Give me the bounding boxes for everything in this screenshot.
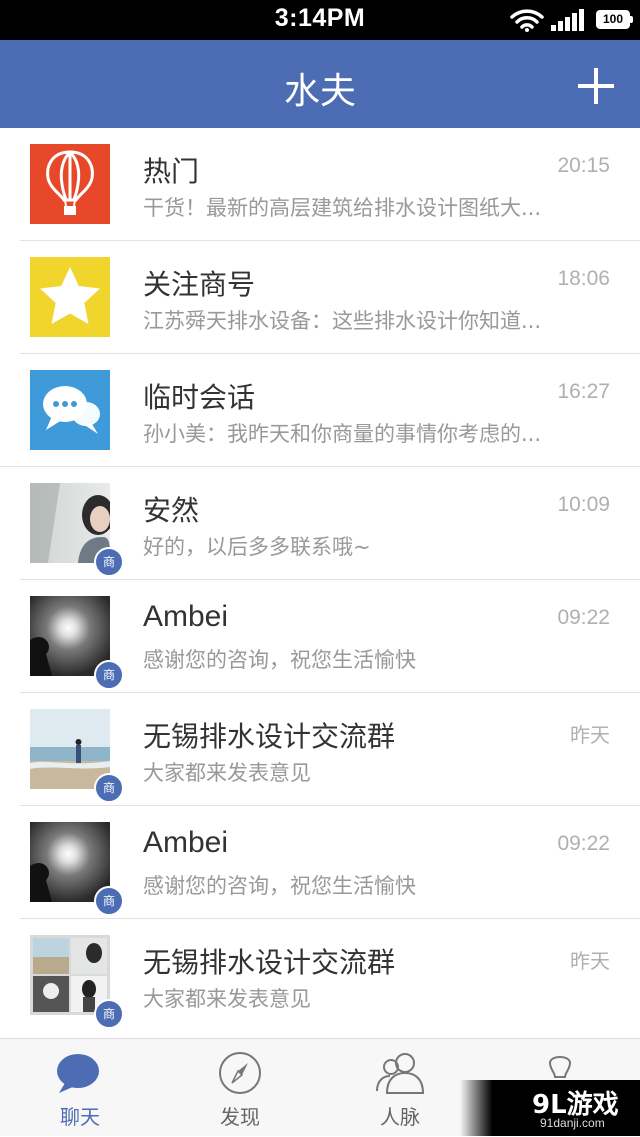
chat-time: 昨天: [570, 723, 610, 747]
chat-item-followed[interactable]: 关注商号 江苏舜天排水设备：这些排水设计你知道... 18:06: [0, 241, 640, 354]
chat-time: 09:22: [557, 832, 610, 855]
chat-preview: 大家都来发表意见: [143, 761, 311, 785]
chat-item-ambei[interactable]: 商 Ambei 感谢您的咨询，祝您生活愉快 09:22: [0, 580, 640, 693]
business-badge: 商: [94, 773, 124, 803]
avatar: [30, 257, 110, 337]
status-time: 3:14PM: [274, 4, 366, 32]
chat-name: 安然: [143, 494, 200, 527]
business-badge: 商: [94, 660, 124, 690]
tab-contacts[interactable]: 人脉: [320, 1039, 480, 1137]
chat-name: Ambei: [143, 826, 229, 859]
avatar: [30, 370, 110, 450]
chat-preview: 感谢您的咨询，祝您生活愉快: [143, 648, 416, 672]
chat-item-anran[interactable]: 商 安然 好的，以后多多联系哦~ 10:09: [0, 467, 640, 580]
chat-preview: 孙小美：我昨天和你商量的事情你考虑的...: [143, 422, 542, 446]
chat-name: 热门: [143, 155, 200, 188]
chat-time: 09:22: [557, 606, 610, 629]
hot-air-balloon-icon: [30, 144, 110, 224]
chat-name: 无锡排水设计交流群: [143, 720, 396, 753]
watermark: 9L游戏 91danji.com: [460, 1080, 640, 1136]
chat-name: 临时会话: [143, 381, 256, 414]
avatar: [30, 144, 110, 224]
chat-time: 16:27: [557, 380, 610, 403]
compass-icon: [219, 1052, 261, 1094]
chat-bubbles-icon: [30, 370, 110, 450]
chat-preview: 干货！最新的高层建筑给排水设计图纸大...: [143, 196, 542, 220]
tab-chat[interactable]: 聊天: [0, 1039, 160, 1137]
chat-time: 18:06: [557, 267, 610, 290]
wifi-icon: [510, 9, 544, 32]
chat-list: 热门 干货！最新的高层建筑给排水设计图纸大... 20:15 关注商号 江苏舜天…: [0, 128, 640, 1038]
plus-icon[interactable]: [574, 64, 618, 108]
status-bar: 3:14PM 100: [0, 0, 640, 40]
watermark-url: 91danji.com: [540, 1116, 605, 1130]
chat-time: 10:09: [557, 493, 610, 516]
avatar: 商: [30, 709, 124, 803]
chat-name: 关注商号: [143, 268, 256, 301]
chat-bubble-icon: [57, 1054, 99, 1093]
chat-time: 20:15: [557, 154, 610, 177]
chat-name: Ambei: [143, 600, 229, 633]
tab-label: 发现: [220, 1105, 260, 1129]
chat-preview: 大家都来发表意见: [143, 987, 311, 1011]
chat-item-temp-session[interactable]: 临时会话 孙小美：我昨天和你商量的事情你考虑的... 16:27: [0, 354, 640, 467]
chat-preview: 江苏舜天排水设备：这些排水设计你知道...: [143, 309, 542, 333]
chat-name: 无锡排水设计交流群: [143, 946, 396, 979]
business-badge: 商: [94, 999, 124, 1029]
avatar: 商: [30, 483, 124, 577]
tab-discover[interactable]: 发现: [160, 1039, 320, 1137]
star-icon: [30, 257, 110, 337]
page-title: 水夫: [283, 71, 356, 112]
chat-item-hot[interactable]: 热门 干货！最新的高层建筑给排水设计图纸大... 20:15: [0, 128, 640, 241]
contacts-icon: [376, 1053, 425, 1094]
nav-bar: 水夫: [0, 40, 640, 128]
tab-label: 聊天: [60, 1105, 100, 1129]
chat-item-wuxi-group-2[interactable]: 商 无锡排水设计交流群 大家都来发表意见 昨天: [0, 919, 640, 1032]
avatar: 商: [30, 935, 124, 1029]
business-badge: 商: [94, 547, 124, 577]
chat-item-ambei-2[interactable]: 商 Ambei 感谢您的咨询，祝您生活愉快 09:22: [0, 806, 640, 919]
chat-preview: 感谢您的咨询，祝您生活愉快: [143, 874, 416, 898]
business-badge: 商: [94, 886, 124, 916]
chat-preview: 好的，以后多多联系哦~: [143, 535, 371, 559]
tab-label: 人脉: [380, 1105, 420, 1129]
avatar: 商: [30, 822, 124, 916]
battery-indicator: 100: [596, 10, 633, 29]
chat-item-wuxi-group[interactable]: 商 无锡排水设计交流群 大家都来发表意见 昨天: [0, 693, 640, 806]
chat-time: 昨天: [570, 949, 610, 973]
signal-icon: [551, 9, 584, 31]
avatar: 商: [30, 596, 124, 690]
